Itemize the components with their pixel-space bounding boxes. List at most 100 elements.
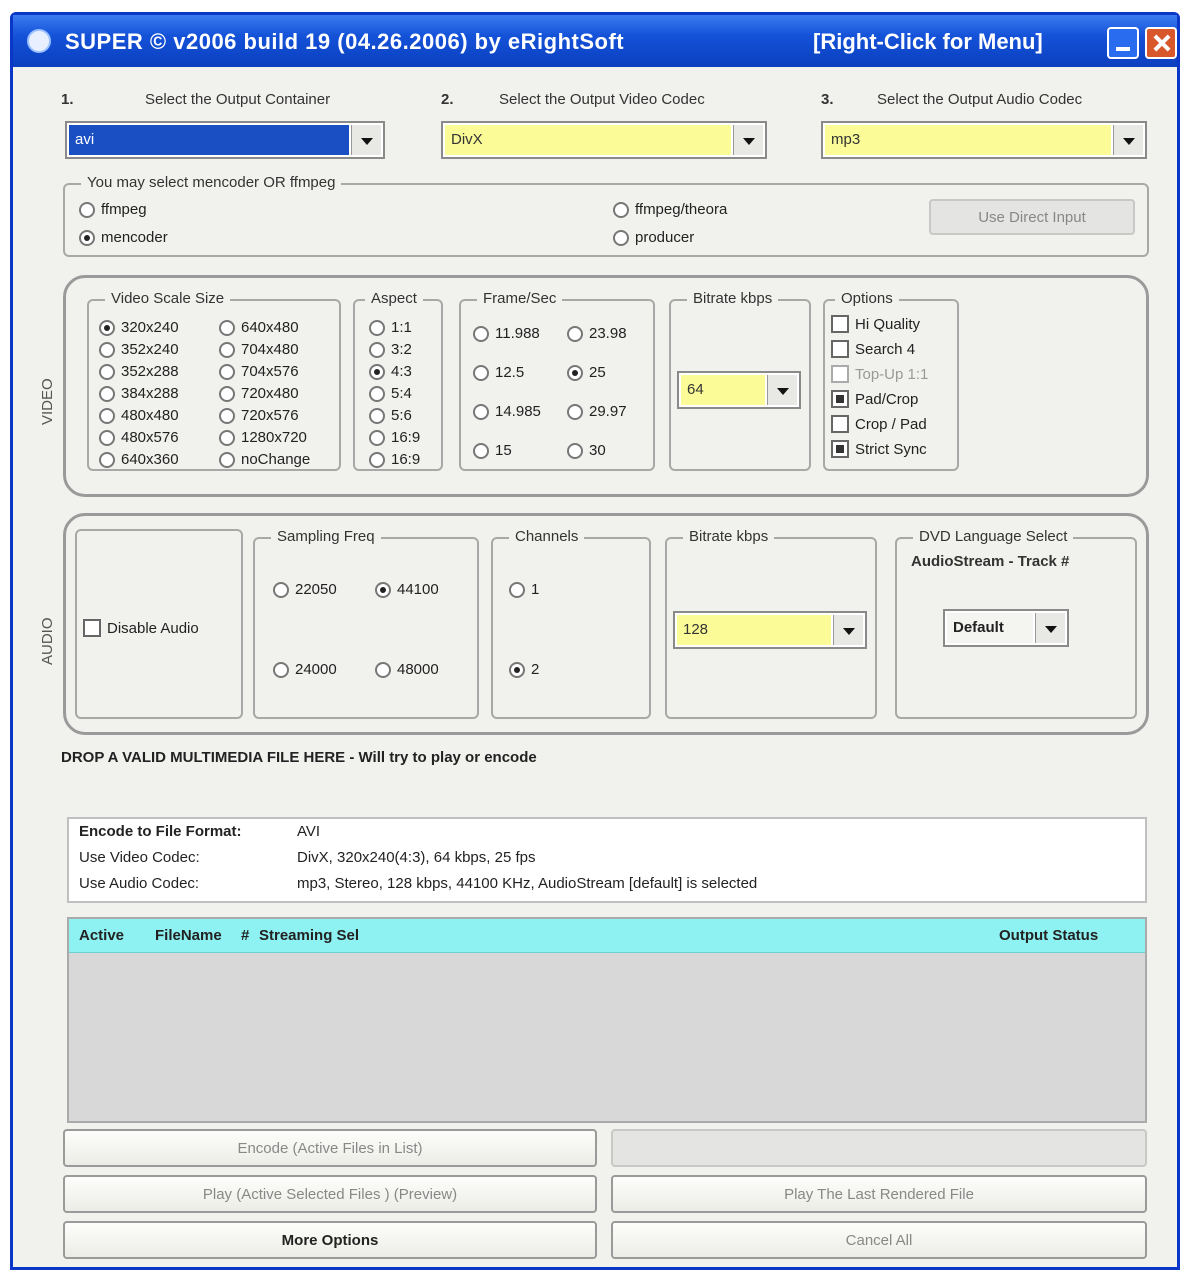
chevron-down-icon[interactable]	[351, 125, 381, 155]
scale-radio[interactable]: 704x576	[219, 363, 299, 380]
chevron-down-icon[interactable]	[1035, 613, 1065, 643]
column-streaming[interactable]: Streaming Sel	[259, 927, 359, 944]
scale-radio[interactable]: 320x240	[99, 319, 179, 336]
disable-audio-checkbox[interactable]: Disable Audio	[83, 619, 199, 637]
option-checkbox[interactable]: Top-Up 1:1	[831, 365, 928, 383]
encoder-theora-radio[interactable]: ffmpeg/theora	[613, 201, 727, 218]
radio-icon	[509, 581, 525, 598]
aspect-radio[interactable]: 3:2	[369, 341, 412, 358]
encoder-mencoder-radio[interactable]: mencoder	[79, 229, 168, 246]
summary-row: Use Video Codec: DivX, 320x240(4:3), 64 k…	[79, 849, 1139, 871]
column-number[interactable]: #	[241, 927, 249, 944]
aspect-radio[interactable]: 5:4	[369, 385, 412, 402]
sampling-24000-radio[interactable]: 24000	[273, 661, 337, 678]
checkbox-icon	[831, 415, 849, 433]
scale-radio[interactable]: 640x480	[219, 319, 299, 336]
cancel-all-button[interactable]: Cancel All	[611, 1221, 1147, 1259]
option-checkbox[interactable]: Crop / Pad	[831, 415, 927, 433]
chevron-down-icon[interactable]	[833, 615, 863, 645]
close-button[interactable]	[1145, 27, 1177, 59]
scale-radio[interactable]: 720x480	[219, 385, 299, 402]
aspect-radio[interactable]: 16:9	[369, 451, 420, 468]
video-bitrate-legend: Bitrate kbps	[687, 290, 779, 307]
sampling-22050-radio[interactable]: 22050	[273, 581, 337, 598]
encode-button[interactable]: Encode (Active Files in List)	[63, 1129, 597, 1167]
more-options-button[interactable]: More Options	[63, 1221, 597, 1259]
minimize-button[interactable]	[1107, 27, 1139, 59]
scale-radio[interactable]: 720x576	[219, 407, 299, 424]
play-rendered-button[interactable]: Play The Last Rendered File	[611, 1175, 1147, 1213]
scale-radio[interactable]: 480x576	[99, 429, 179, 446]
video-bitrate-select[interactable]: 64	[677, 371, 801, 409]
radio-icon	[369, 407, 385, 424]
sampling-48000-radio[interactable]: 48000	[375, 661, 439, 678]
encoder-legend: You may select mencoder OR ffmpeg	[81, 174, 342, 191]
channels-1-radio[interactable]: 1	[509, 581, 539, 598]
aspect-radio[interactable]: 16:9	[369, 429, 420, 446]
aspect-radio[interactable]: 1:1	[369, 319, 412, 336]
fps-radio[interactable]: 14.985	[473, 403, 541, 420]
sampling-44100-radio[interactable]: 44100	[375, 581, 439, 598]
audio-codec-select[interactable]: mp3	[821, 121, 1147, 159]
radio-icon	[473, 442, 489, 459]
radio-icon	[99, 429, 115, 446]
aspect-radio[interactable]: 4:3	[369, 363, 412, 380]
fps-radio[interactable]: 11.988	[473, 325, 540, 342]
scale-radio[interactable]: noChange	[219, 451, 310, 468]
audio-codec-label: Select the Output Audio Codec	[877, 91, 1083, 108]
fps-radio[interactable]: 29.97	[567, 403, 627, 420]
radio-icon	[567, 403, 583, 420]
summary-row: Use Audio Codec: mp3, Stereo, 128 kbps, 4…	[79, 875, 1139, 897]
scale-radio[interactable]: 640x360	[99, 451, 179, 468]
channels-legend: Channels	[509, 528, 585, 545]
summary-key: Encode to File Format:	[79, 823, 242, 840]
column-filename[interactable]: FileName	[155, 927, 222, 944]
audio-bitrate-select[interactable]: 128	[673, 611, 867, 649]
option-checkbox[interactable]: Strict Sync	[831, 440, 927, 458]
scale-radio[interactable]: 352x240	[99, 341, 179, 358]
video-bitrate-value: 64	[681, 375, 765, 405]
option-checkbox[interactable]: Hi Quality	[831, 315, 920, 333]
column-active[interactable]: Active	[79, 927, 124, 944]
step3-number: 3.	[821, 91, 834, 108]
fps-radio[interactable]: 30	[567, 442, 606, 459]
option-checkbox[interactable]: Pad/Crop	[831, 390, 918, 408]
chevron-down-icon[interactable]	[1113, 125, 1143, 155]
file-list[interactable]: Active FileName # Streaming Sel Output S…	[67, 917, 1147, 1123]
option-checkbox[interactable]: Search 4	[831, 340, 915, 358]
encoder-ffmpeg-radio[interactable]: ffmpeg	[79, 201, 147, 218]
aspect-legend: Aspect	[365, 290, 423, 307]
scale-radio[interactable]: 352x288	[99, 363, 179, 380]
scale-radio[interactable]: 480x480	[99, 407, 179, 424]
channels-2-radio[interactable]: 2	[509, 661, 539, 678]
fps-radio[interactable]: 25	[567, 364, 606, 381]
radio-icon	[567, 325, 583, 342]
radio-icon	[99, 385, 115, 402]
direct-input-button[interactable]: Use Direct Input	[929, 199, 1135, 235]
step1-number: 1.	[61, 91, 74, 108]
scale-radio[interactable]: 704x480	[219, 341, 299, 358]
radio-icon	[369, 341, 385, 358]
radio-selected-icon	[79, 229, 95, 246]
radio-icon	[473, 325, 489, 342]
column-output-status[interactable]: Output Status	[999, 927, 1098, 944]
aspect-radio[interactable]: 5:6	[369, 407, 412, 424]
container-select[interactable]: avi	[65, 121, 385, 159]
radio-icon	[273, 581, 289, 598]
fps-radio[interactable]: 15	[473, 442, 512, 459]
audio-stream-select[interactable]: Default	[943, 609, 1069, 647]
app-icon	[27, 29, 51, 53]
encoder-producer-radio[interactable]: producer	[613, 229, 694, 246]
fps-radio[interactable]: 23.98	[567, 325, 627, 342]
video-codec-select[interactable]: DivX	[441, 121, 767, 159]
scale-radio[interactable]: 384x288	[99, 385, 179, 402]
chevron-down-icon[interactable]	[733, 125, 763, 155]
play-active-button[interactable]: Play (Active Selected Files ) (Preview)	[63, 1175, 597, 1213]
chevron-down-icon[interactable]	[767, 375, 797, 405]
radio-icon	[219, 363, 235, 380]
scale-radio[interactable]: 1280x720	[219, 429, 307, 446]
title-bar[interactable]: SUPER © v2006 build 19 (04.26.2006) by e…	[13, 15, 1177, 67]
app-window: SUPER © v2006 build 19 (04.26.2006) by e…	[10, 12, 1180, 1270]
fps-radio[interactable]: 12.5	[473, 364, 524, 381]
audio-stream-value: Default	[947, 613, 1033, 643]
